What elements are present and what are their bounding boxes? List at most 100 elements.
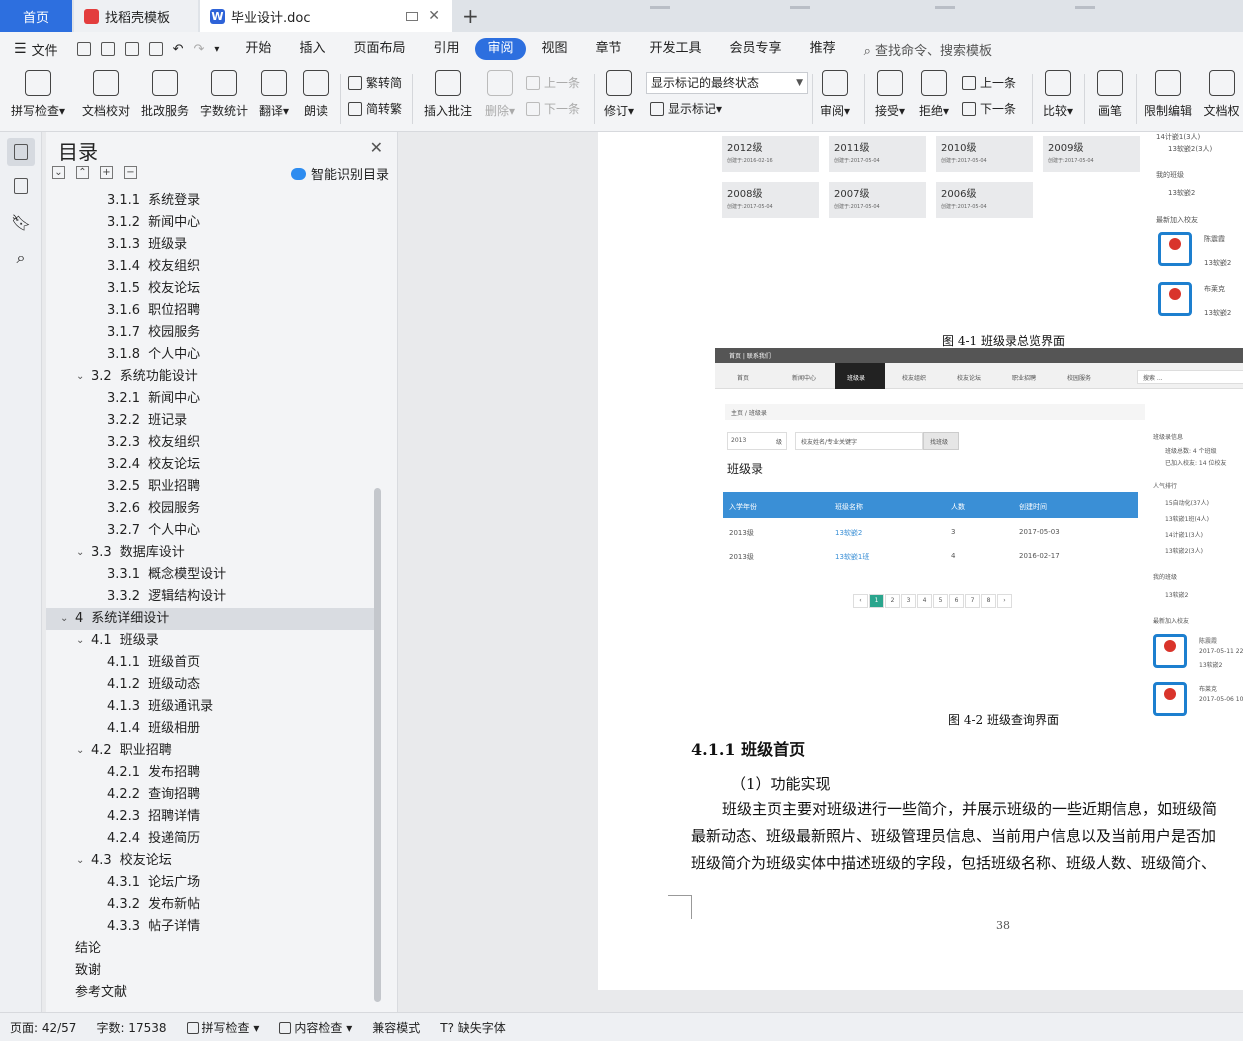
add-icon[interactable]: + — [100, 166, 113, 179]
status-spell-check[interactable]: 拼写检查 ▾ — [186, 1019, 259, 1036]
menu-item[interactable]: 视图 — [530, 38, 580, 60]
toc-item[interactable]: 3.3.2 逻辑结构设计 — [46, 586, 376, 608]
chevron-down-icon[interactable]: ⌄ — [76, 366, 84, 388]
bookmark-pane-button[interactable]: 🔖︎ — [7, 208, 35, 236]
delete-comment-button[interactable]: 删除▾ — [480, 70, 520, 119]
export-icon[interactable] — [100, 42, 115, 56]
collapse-all-icon[interactable]: ⌃ — [76, 166, 89, 179]
chevron-down-icon[interactable]: ⌄ — [76, 740, 84, 762]
next-change-button[interactable]: 下一条 — [962, 100, 1016, 117]
menu-item[interactable]: 推荐 — [798, 38, 848, 60]
trad-to-simp-button[interactable]: 繁转简 — [348, 74, 402, 91]
toc-item[interactable]: 参考文献 — [46, 982, 376, 1004]
tab-home[interactable]: 首页 — [0, 0, 72, 32]
menu-file[interactable]: 文件 — [32, 40, 58, 59]
toc-item[interactable]: 4.3.3 帖子详情 — [46, 916, 376, 938]
print-icon[interactable] — [124, 42, 139, 56]
toc-item[interactable]: 3.2.5 职业招聘 — [46, 476, 376, 498]
toc-item[interactable]: 3.2.1 新闻中心 — [46, 388, 376, 410]
menu-item[interactable]: 章节 — [584, 38, 634, 60]
menu-item[interactable]: 会员专享 — [718, 38, 794, 60]
save-icon[interactable] — [76, 42, 91, 56]
toc-item[interactable]: 4.3.2 发布新帖 — [46, 894, 376, 916]
close-icon[interactable]: ✕ — [370, 138, 383, 157]
menu-item[interactable]: 开始 — [233, 38, 283, 60]
toc-item[interactable]: 3.1.1 系统登录 — [46, 190, 376, 212]
toc-item[interactable]: 4.2.4 投递简历 — [46, 828, 376, 850]
remove-icon[interactable]: − — [124, 166, 137, 179]
toc-item[interactable]: ⌄ 4 系统详细设计 — [46, 608, 376, 630]
toc-item[interactable]: 3.1.5 校友论坛 — [46, 278, 376, 300]
prev-comment-button[interactable]: 上一条 — [526, 74, 580, 91]
compare-button[interactable]: 比较▾ — [1040, 70, 1076, 119]
toc-item[interactable]: 4.2.3 招聘详情 — [46, 806, 376, 828]
chevron-down-icon[interactable]: ⌄ — [76, 542, 84, 564]
toc-item[interactable]: 致谢 — [46, 960, 376, 982]
smart-toc-button[interactable]: 智能识别目录 — [290, 164, 389, 183]
status-content-check[interactable]: 内容检查 ▾ — [279, 1019, 352, 1036]
show-markup-button[interactable]: 显示标记 ▾ — [650, 100, 722, 117]
toc-item[interactable]: ⌄ 4.3 校友论坛 — [46, 850, 376, 872]
undo-icon[interactable]: ↶ — [173, 42, 184, 57]
toc-item[interactable]: 4.2.1 发布招聘 — [46, 762, 376, 784]
chevron-down-icon[interactable]: ⌄ — [76, 630, 84, 652]
spell-check-button[interactable]: 拼写检查▾ — [10, 70, 66, 119]
menu-item[interactable]: 插入 — [287, 38, 337, 60]
toc-item[interactable]: 4.1.3 班级通讯录 — [46, 696, 376, 718]
toc-item[interactable]: 4.1.4 班级相册 — [46, 718, 376, 740]
print-preview-icon[interactable] — [148, 42, 163, 56]
search-pane-button[interactable]: ⌕ — [7, 244, 35, 272]
toc-pane-button[interactable] — [7, 138, 35, 166]
menu-item[interactable]: 审阅 — [475, 38, 526, 60]
toc-item[interactable]: 3.1.2 新闻中心 — [46, 212, 376, 234]
read-aloud-button[interactable]: 朗读 — [300, 70, 332, 119]
toc-item[interactable]: 4.1.2 班级动态 — [46, 674, 376, 696]
toc-item[interactable]: 4.2.2 查询招聘 — [46, 784, 376, 806]
chevron-down-icon[interactable]: ⌄ — [76, 850, 84, 872]
hamburger-icon[interactable]: ☰ — [14, 41, 27, 57]
command-search[interactable]: ⌕ 查找命令、搜索模板 — [864, 40, 992, 59]
pen-button[interactable]: 画笔 — [1092, 70, 1128, 119]
toc-item[interactable]: 结论 — [46, 938, 376, 960]
new-tab-icon[interactable]: + — [462, 4, 479, 28]
window-icon[interactable] — [406, 11, 418, 21]
redo-icon[interactable]: ↷ — [193, 42, 204, 57]
toc-item[interactable]: ⌄ 3.3 数据库设计 — [46, 542, 376, 564]
toc-item[interactable]: 4.3.1 论坛广场 — [46, 872, 376, 894]
translate-button[interactable]: 翻译▾ — [256, 70, 292, 119]
toc-item[interactable]: 3.1.8 个人中心 — [46, 344, 376, 366]
toc-item[interactable]: ⌄ 4.2 职业招聘 — [46, 740, 376, 762]
menu-item[interactable]: 页面布局 — [341, 38, 417, 60]
correction-button[interactable]: 批改服务 — [140, 70, 190, 119]
toc-item[interactable]: 3.1.4 校友组织 — [46, 256, 376, 278]
menu-item[interactable]: 引用 — [421, 38, 471, 60]
toc-item[interactable]: 3.2.3 校友组织 — [46, 432, 376, 454]
tab-document[interactable]: W 毕业设计.doc ✕ — [200, 0, 452, 32]
prev-change-button[interactable]: 上一条 — [962, 74, 1016, 91]
word-count-button[interactable]: 字数统计 — [198, 70, 250, 119]
markup-state-select[interactable]: 显示标记的最终状态 ▼ — [646, 72, 808, 94]
status-word-count[interactable]: 字数: 17538 — [96, 1019, 166, 1036]
toc-item[interactable]: 3.1.7 校园服务 — [46, 322, 376, 344]
close-tab-icon[interactable]: ✕ — [428, 8, 440, 24]
toc-item[interactable]: 3.2.6 校园服务 — [46, 498, 376, 520]
status-page[interactable]: 页面: 42/57 — [10, 1019, 76, 1036]
more-icon[interactable]: ▾ — [214, 44, 219, 55]
restrict-edit-button[interactable]: 限制编辑 — [1140, 70, 1196, 119]
toc-item[interactable]: 3.1.6 职位招聘 — [46, 300, 376, 322]
revise-button[interactable]: 修订▾ — [600, 70, 638, 119]
chevron-down-icon[interactable]: ⌄ — [60, 608, 68, 630]
toc-item[interactable]: ⌄ 3.2 系统功能设计 — [46, 366, 376, 388]
toc-item[interactable]: 4.1.1 班级首页 — [46, 652, 376, 674]
simp-to-trad-button[interactable]: 简转繁 — [348, 100, 402, 117]
status-missing-font[interactable]: T? 缺失字体 — [440, 1019, 506, 1036]
doc-proof-button[interactable]: 文档校对 — [80, 70, 132, 119]
nav-pane-button[interactable] — [7, 172, 35, 200]
menu-item[interactable]: 开发工具 — [638, 38, 714, 60]
toc-item[interactable]: 3.2.2 班记录 — [46, 410, 376, 432]
toc-item[interactable]: 3.2.4 校友论坛 — [46, 454, 376, 476]
reject-button[interactable]: 拒绝▾ — [916, 70, 952, 119]
tab-template[interactable]: 找稻壳模板 — [74, 0, 198, 32]
accept-button[interactable]: 接受▾ — [872, 70, 908, 119]
doc-permission-button[interactable]: 文档权 — [1200, 70, 1243, 119]
